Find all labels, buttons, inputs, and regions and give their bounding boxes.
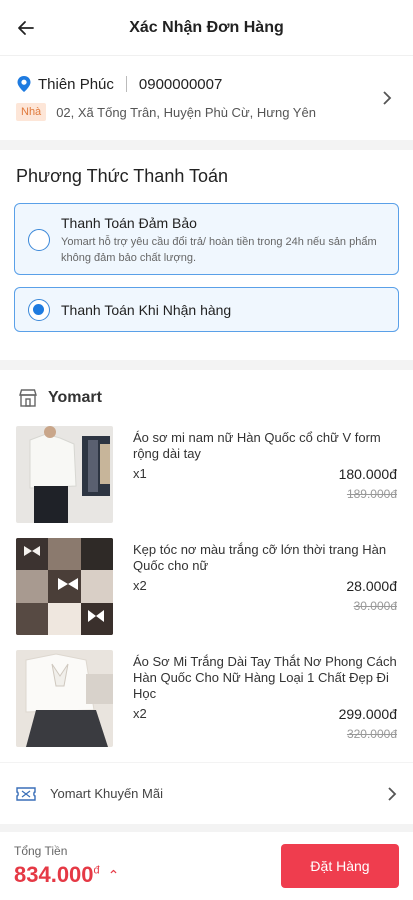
shop-header: Yomart [14,370,399,426]
payment-section-title: Phương Thức Thanh Toán [16,166,229,186]
recipient-phone: 0900000007 [138,75,223,93]
location-pin-icon [16,75,32,93]
total-value-row[interactable]: 834.000đ ⌃ [14,862,281,888]
currency-symbol: đ [93,864,100,877]
product-item[interactable]: Áo Sơ Mi Trắng Dài Tay Thắt Nơ Phong Các… [14,650,399,762]
product-info: Áo Sơ Mi Trắng Dài Tay Thắt Nơ Phong Các… [133,650,397,748]
product-old-price: 320.000đ [346,727,397,741]
total-price: 834.000đ [14,862,100,888]
product-qty: x2 [133,706,147,721]
product-old-price: 30.000đ [353,599,397,613]
payment-option-guaranteed[interactable]: Thanh Toán Đảm Bảo Yomart hỗ trợ yêu cầu… [14,203,399,275]
product-qty: x1 [133,466,147,481]
address-line: 02, Xã Tống Trân, Huyện Phù Cừ, Hưng Yên [56,104,316,120]
shop-name: Yomart [48,389,102,406]
product-info: Áo sơ mi nam nữ Hàn Quốc cổ chữ V form r… [133,426,397,524]
product-name: Áo sơ mi nam nữ Hàn Quốc cổ chữ V form r… [133,430,381,461]
arrow-left-icon [18,21,34,35]
section-divider [0,360,413,370]
product-qty-price: x1 180.000đ [133,466,397,482]
product-qty-price: x2 28.000đ [133,578,397,594]
promo-label: Yomart Khuyến Mãi [50,786,163,801]
product-price: 28.000đ [346,578,397,594]
product-old-price: 189.000đ [346,487,397,501]
checkout-bar: Tổng Tiền 834.000đ ⌃ Đặt Hàng [0,824,413,900]
promo-row[interactable]: Yomart Khuyến Mãi [0,762,413,824]
payment-section: Phương Thức Thanh Toán Thanh Toán Đảm Bả… [0,150,413,360]
address-contact: Thiên Phúc 0900000007 [16,75,377,93]
payment-option-cod[interactable]: Thanh Toán Khi Nhận hàng [14,287,399,332]
product-name: Kẹp tóc nơ màu trắng cỡ lớn thời trang H… [133,542,387,573]
page-title: Xác Nhận Đơn Hàng [129,18,284,36]
voucher-icon [16,786,36,801]
chevron-right-icon [377,88,397,108]
product-price: 180.000đ [338,466,397,482]
product-qty-price: x2 299.000đ [133,706,397,722]
address-tag: Nhà [16,103,47,121]
recipient-name: Thiên Phúc [38,75,114,93]
app-header: Xác Nhận Đơn Hàng [0,0,413,56]
product-item[interactable]: Kẹp tóc nơ màu trắng cỡ lớn thời trang H… [14,538,399,650]
chevron-right-icon [388,786,397,801]
shop-section: Yomart Áo sơ mi nam nữ Hàn Quốc cổ chữ V… [0,370,413,762]
address-detail: Nhà 02, Xã Tống Trân, Huyện Phù Cừ, Hưng… [16,103,377,121]
product-image [16,538,113,635]
total-amount: 834.000 [14,862,94,887]
store-icon [19,389,37,407]
product-info: Kẹp tóc nơ màu trắng cỡ lớn thời trang H… [133,538,397,636]
back-button[interactable] [14,16,38,40]
address-body: Thiên Phúc 0900000007 Nhà 02, Xã Tống Tr… [16,75,377,121]
payment-option-title: Thanh Toán Đảm Bảo [61,215,197,231]
section-divider [0,140,413,150]
product-price: 299.000đ [338,706,397,722]
product-item[interactable]: Áo sơ mi nam nữ Hàn Quốc cổ chữ V form r… [14,426,399,538]
shipping-address[interactable]: Thiên Phúc 0900000007 Nhà 02, Xã Tống Tr… [0,56,413,140]
divider [125,76,127,92]
total-label: Tổng Tiền [14,844,68,858]
product-qty: x2 [133,578,147,593]
product-image [16,650,113,747]
product-name: Áo Sơ Mi Trắng Dài Tay Thắt Nơ Phong Các… [133,654,397,701]
total-block: Tổng Tiền 834.000đ ⌃ [14,844,281,888]
radio-unchecked-icon[interactable] [28,229,50,251]
place-order-button[interactable]: Đặt Hàng [281,844,399,888]
chevron-up-icon[interactable]: ⌃ [108,867,120,884]
product-image [16,426,113,523]
radio-checked-icon[interactable] [28,299,50,321]
payment-option-desc: Yomart hỗ trợ yêu cầu đổi trả/ hoàn tiền… [61,236,377,264]
payment-option-title: Thanh Toán Khi Nhận hàng [61,301,232,318]
